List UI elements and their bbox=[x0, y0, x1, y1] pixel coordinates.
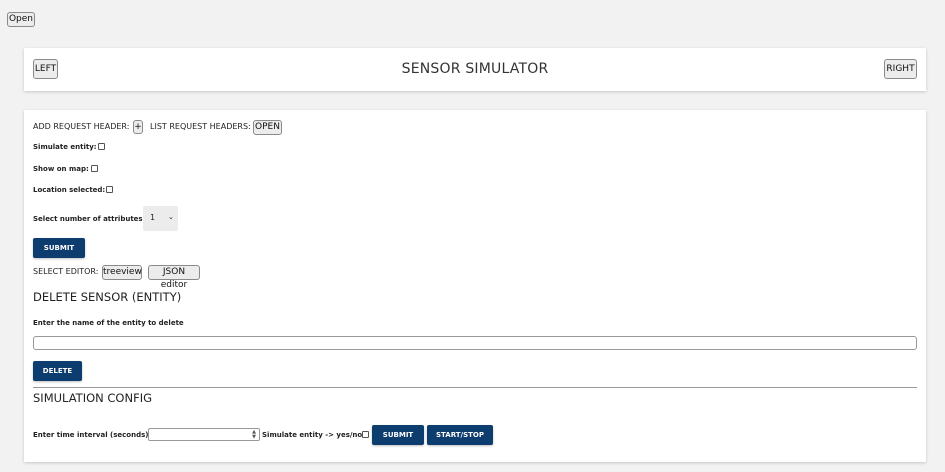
delete-button[interactable]: DELETE bbox=[33, 361, 82, 381]
add-request-header-button[interactable]: + bbox=[133, 120, 143, 134]
json-editor-button[interactable]: JSON editor bbox=[148, 265, 200, 290]
select-editor-label: SELECT EDITOR: bbox=[33, 267, 99, 276]
attributes-label: Select number of attributes bbox=[33, 215, 143, 223]
list-request-headers-label: LIST REQUEST HEADERS: bbox=[150, 122, 251, 131]
attributes-select-value: 1 bbox=[150, 213, 156, 222]
simulate-yes-no-checkbox[interactable] bbox=[362, 431, 369, 438]
list-request-headers-button[interactable]: OPEN bbox=[253, 120, 282, 135]
main-panel: ADD REQUEST HEADER: + LIST REQUEST HEADE… bbox=[24, 110, 926, 462]
header-bar: LEFT SENSOR SIMULATOR RIGHT bbox=[24, 48, 926, 91]
delete-field-label: Enter the name of the entity to delete bbox=[33, 319, 184, 327]
open-button[interactable]: Open bbox=[7, 12, 35, 27]
interval-input[interactable]: ▲ ▼ bbox=[148, 428, 260, 441]
submit-button[interactable]: SUBMIT bbox=[33, 238, 85, 258]
show-on-map-checkbox[interactable] bbox=[91, 165, 98, 172]
right-button[interactable]: RIGHT bbox=[884, 59, 917, 79]
simulate-entity-label: Simulate entity: bbox=[33, 143, 97, 151]
show-on-map-label: Show on map: bbox=[33, 165, 89, 173]
location-selected-label: Location selected: bbox=[33, 186, 106, 194]
treeview-button[interactable]: treeview bbox=[102, 265, 142, 280]
add-request-header-label: ADD REQUEST HEADER: bbox=[33, 122, 130, 131]
start-stop-button[interactable]: START/STOP bbox=[427, 425, 493, 445]
simulation-heading: SIMULATION CONFIG bbox=[33, 391, 153, 405]
simulate-entity-checkbox[interactable] bbox=[98, 143, 105, 150]
chevron-down-icon: ⌄ bbox=[168, 213, 174, 221]
divider bbox=[33, 387, 917, 388]
attributes-select[interactable]: 1 ⌄ bbox=[143, 206, 178, 231]
page-title: SENSOR SIMULATOR bbox=[401, 61, 549, 77]
simulation-submit-button[interactable]: SUBMIT bbox=[372, 425, 424, 445]
entity-name-input[interactable] bbox=[33, 336, 917, 350]
delete-heading: DELETE SENSOR (ENTITY) bbox=[33, 290, 182, 304]
interval-label: Enter time interval (seconds) bbox=[33, 431, 149, 439]
simulate-yes-no-label: Simulate entity -> yes/no bbox=[262, 431, 363, 439]
location-selected-checkbox[interactable] bbox=[106, 186, 113, 193]
spinner-icon[interactable]: ▲ ▼ bbox=[250, 430, 258, 440]
